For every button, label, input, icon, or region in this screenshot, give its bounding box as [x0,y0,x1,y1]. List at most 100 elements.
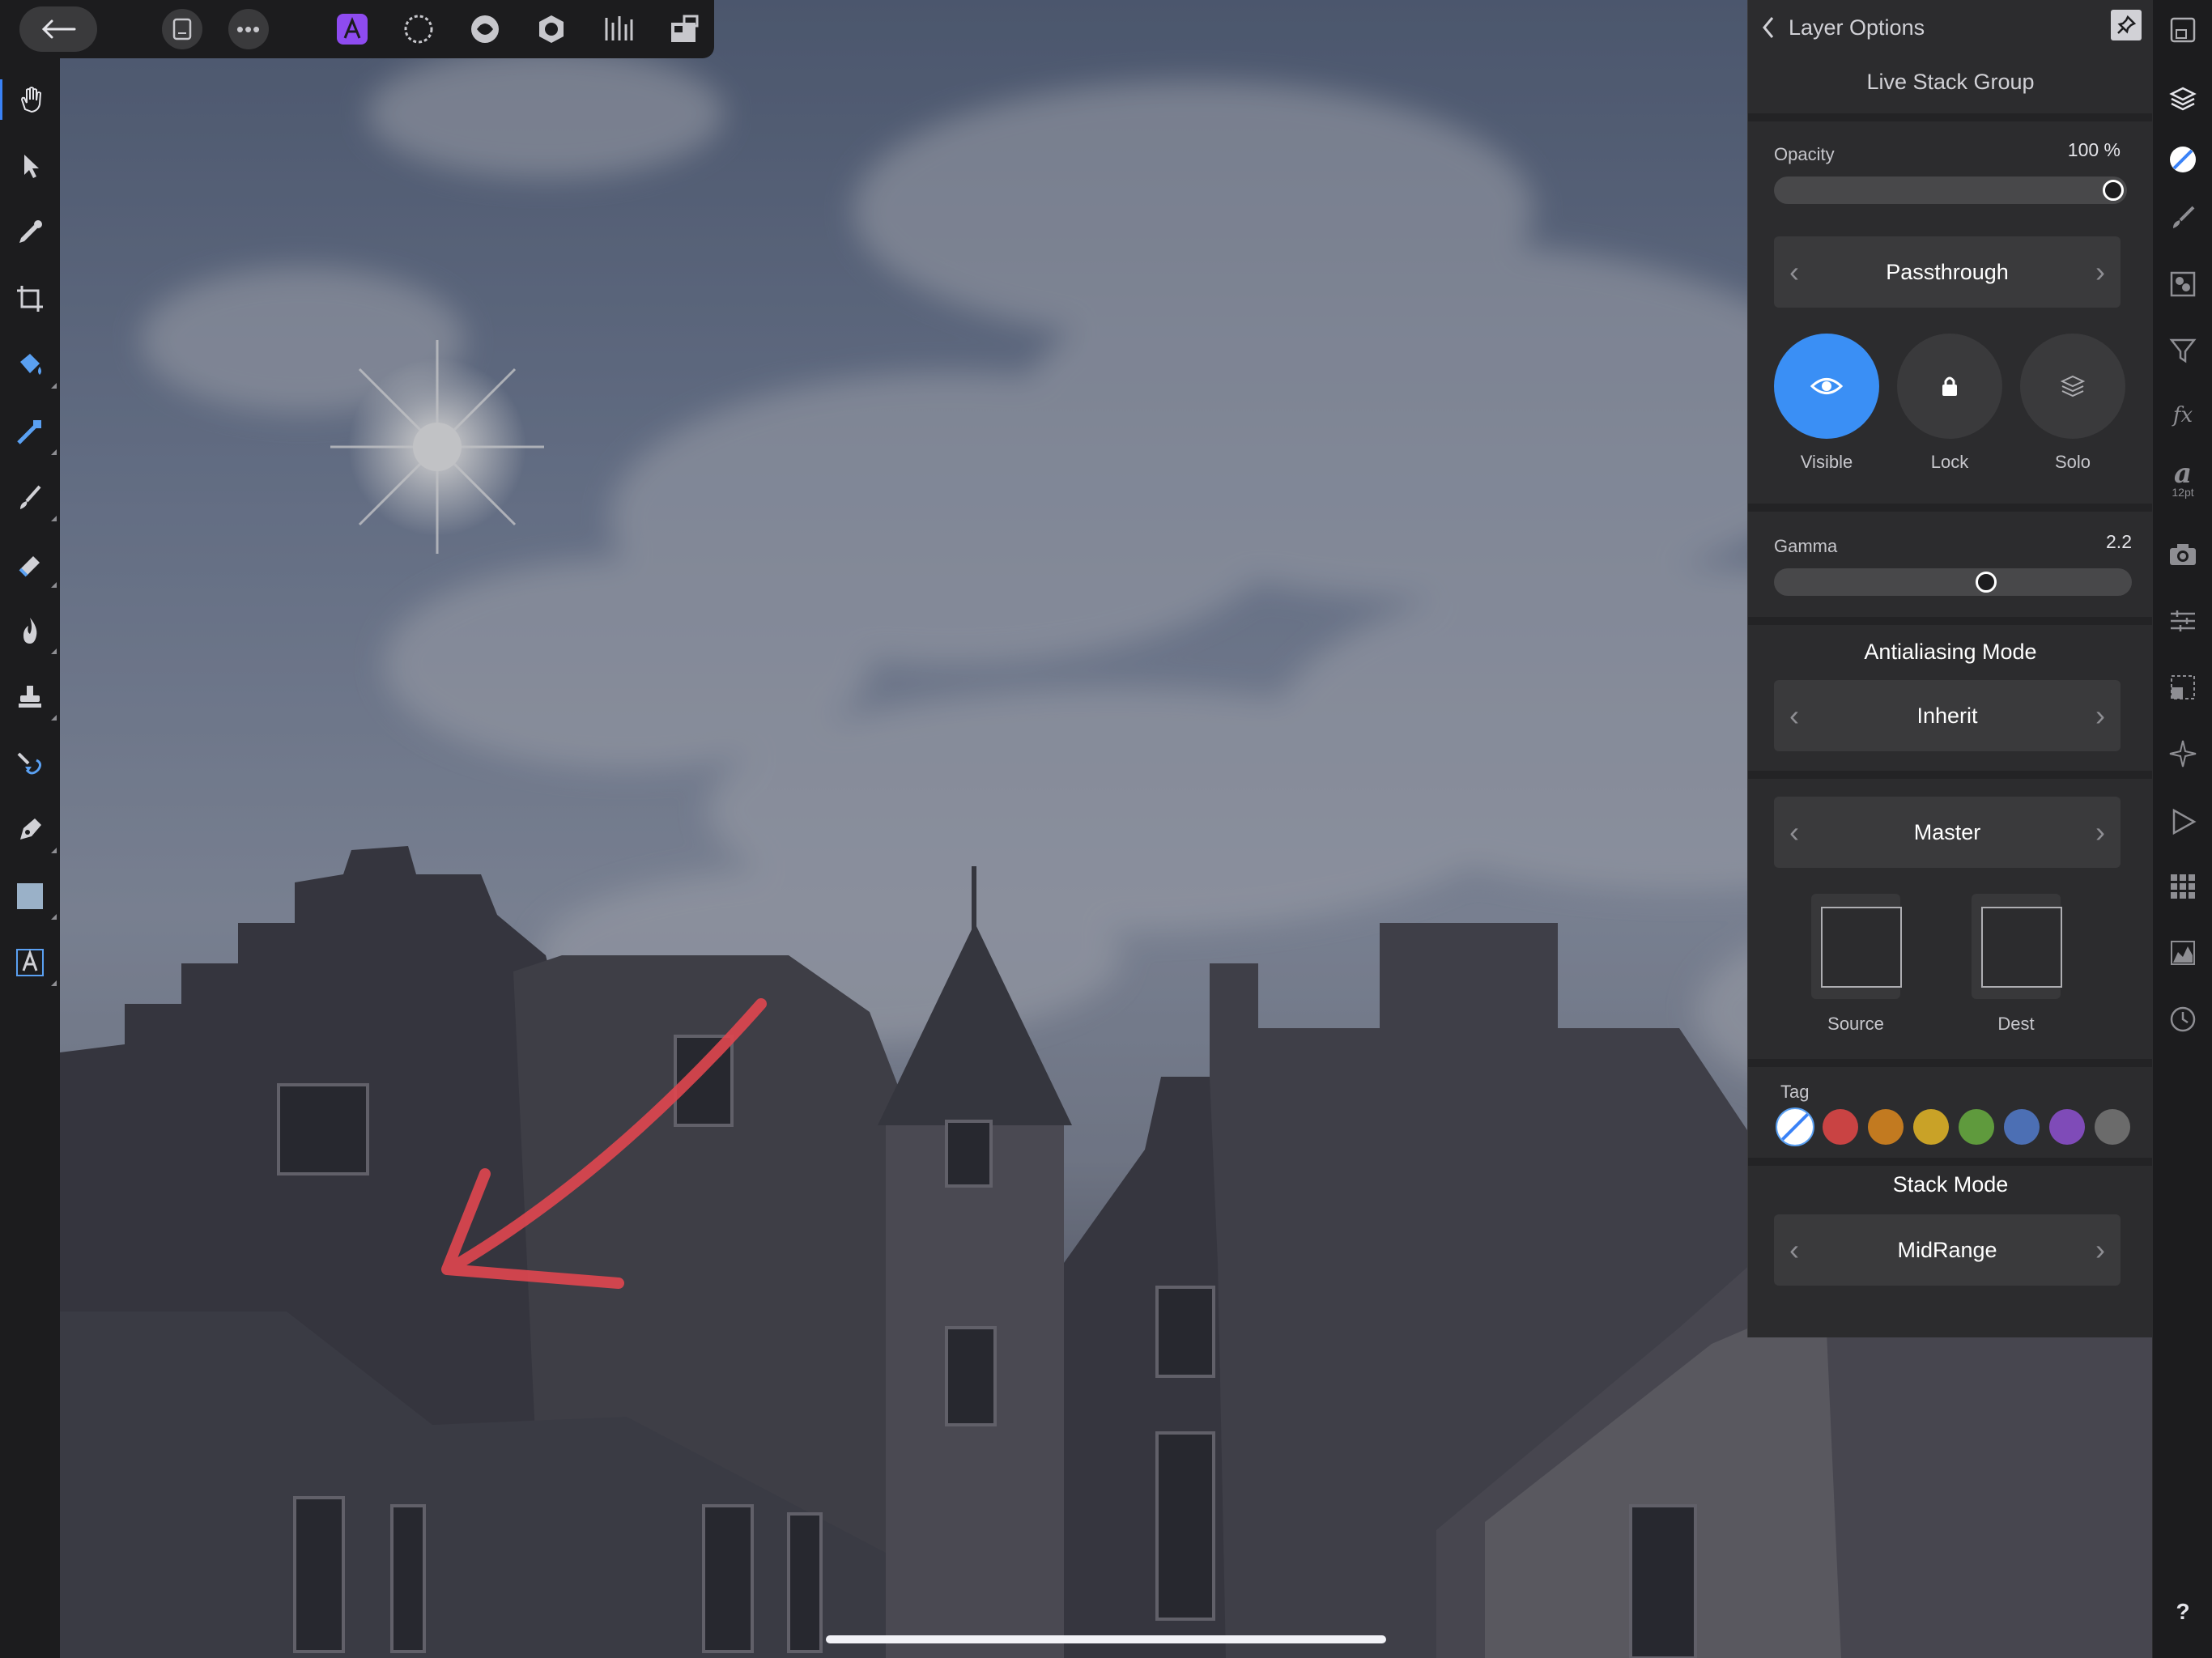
navigator-studio-button[interactable] [2163,10,2203,50]
arrow-left-icon [41,19,76,39]
opacity-value[interactable]: 100 % [2068,139,2121,161]
shape-tool[interactable] [10,876,57,920]
dest-blend-range[interactable] [1972,894,2062,999]
tools-panel [0,58,60,1658]
selection-wand-icon [17,420,41,444]
text-tool[interactable] [10,942,57,986]
chevron-left-icon [1763,17,1774,38]
tag-color-swatch[interactable] [1868,1109,1904,1145]
liquify-icon [471,15,499,43]
erase-brush-tool[interactable] [10,544,57,588]
stack-mode-stepper[interactable]: ‹ MidRange › [1774,1214,2121,1286]
export-persona-button[interactable] [664,6,704,52]
adjustments-studio-button[interactable] [2163,139,2203,180]
layers-icon [2169,87,2197,111]
gamma-slider-knob[interactable] [1975,572,1997,593]
gamma-value[interactable]: 2.2 [2106,531,2132,553]
help-button[interactable]: ? [2163,1592,2203,1632]
histogram-studio-button[interactable] [2163,933,2203,973]
chevron-right-icon[interactable]: › [2080,797,2121,868]
chevron-left-icon[interactable]: ‹ [1774,1214,1814,1286]
color-picker-tool[interactable] [10,212,50,253]
hand-tool[interactable] [0,79,50,120]
top-toolbar: ••• [0,0,714,58]
eyedropper-icon [19,220,42,243]
opacity-slider-knob[interactable] [2103,180,2124,201]
undo-brush-tool[interactable] [10,743,50,784]
text-style-icon: a [2173,457,2193,490]
library-studio-button[interactable] [2163,866,2203,907]
tag-color-swatch[interactable] [1913,1109,1949,1145]
antialiasing-value: Inherit [1916,703,1978,728]
more-button[interactable]: ••• [228,9,269,49]
channels-studio-button[interactable] [2163,264,2203,304]
opacity-slider[interactable] [1774,176,2127,204]
document-icon [172,18,192,40]
solo-toggle-button[interactable] [2020,334,2125,439]
macro-studio-button[interactable] [2163,801,2203,842]
flood-select-tool[interactable] [10,411,57,455]
source-blend-range[interactable] [1811,894,1902,999]
chevron-right-icon[interactable]: › [2080,236,2121,308]
clone-tool[interactable] [10,677,57,721]
pin-panel-button[interactable] [2111,10,2142,40]
selection-brush-tool[interactable] [10,345,57,389]
tag-color-swatch[interactable] [2049,1109,2085,1145]
artistic-text-icon [16,949,44,976]
submenu-indicator [51,848,57,853]
chevron-right-icon[interactable]: › [2080,1214,2121,1286]
panel-back-button[interactable]: Layer Options [1761,10,1925,45]
submenu-indicator [51,715,57,721]
text-styles-studio-button[interactable]: a 12pt [2163,460,2203,500]
back-button[interactable] [19,6,97,52]
submenu-indicator [51,516,57,521]
chevron-left-icon[interactable]: ‹ [1774,680,1814,751]
tag-color-swatch[interactable] [2004,1109,2040,1145]
blend-ranges-channel-stepper[interactable]: ‹ Master › [1774,797,2121,868]
submenu-indicator [51,383,57,389]
filters-studio-button[interactable] [2163,330,2203,371]
tag-color-swatch[interactable] [1823,1109,1858,1145]
develop-aperture-icon [539,15,564,43]
adjustment-sliders-studio-button[interactable] [2163,601,2203,641]
gamma-slider[interactable] [1774,568,2132,596]
antialiasing-heading: Antialiasing Mode [1864,640,2037,664]
eye-icon [1810,378,1843,394]
paint-brush-tool[interactable] [10,478,57,521]
chevron-left-icon[interactable]: ‹ [1774,797,1814,868]
adjustment-circle-icon [2170,147,2196,172]
tone-mapping-icon [605,16,633,40]
tag-color-swatch[interactable] [1959,1109,1994,1145]
lock-toggle-button[interactable] [1897,334,2002,439]
blend-mode-stepper[interactable]: ‹ Passthrough › [1774,236,2121,308]
visible-toggle-button[interactable] [1774,334,1879,439]
home-indicator[interactable] [826,1635,1386,1643]
develop-persona-button[interactable] [531,6,572,52]
move-tool[interactable] [10,146,50,186]
layers-studio-button[interactable] [2163,79,2203,120]
layer-options-panel: Layer Options Live Stack Group Opacity 1… [1747,0,2153,1337]
navigator-compass-studio-button[interactable] [2163,733,2203,774]
crop-tool[interactable] [10,278,50,319]
selection-persona-button[interactable] [398,6,439,52]
chevron-left-icon[interactable]: ‹ [1774,236,1814,308]
transform-icon [2171,675,2195,699]
liquify-persona-button[interactable] [465,6,505,52]
tone-mapping-persona-button[interactable] [598,6,638,52]
antialiasing-stepper[interactable]: ‹ Inherit › [1774,680,2121,751]
fx-studio-button[interactable]: fx [2163,395,2203,436]
document-button[interactable] [162,9,202,49]
pen-tool[interactable] [10,810,57,853]
dodge-tool[interactable] [10,610,57,654]
snapshots-studio-button[interactable] [2163,534,2203,575]
tag-none-swatch[interactable] [1776,1107,1814,1146]
dest-label: Dest [1997,1014,2035,1034]
transform-studio-button[interactable] [2163,667,2203,708]
history-studio-button[interactable] [2163,999,2203,1039]
paint-bucket-icon [20,354,41,375]
brushes-studio-button[interactable] [2163,198,2203,238]
tag-color-swatch[interactable] [2095,1109,2130,1145]
photo-persona-button[interactable] [332,6,372,52]
chevron-right-icon[interactable]: › [2080,680,2121,751]
divider [1748,1059,2153,1067]
